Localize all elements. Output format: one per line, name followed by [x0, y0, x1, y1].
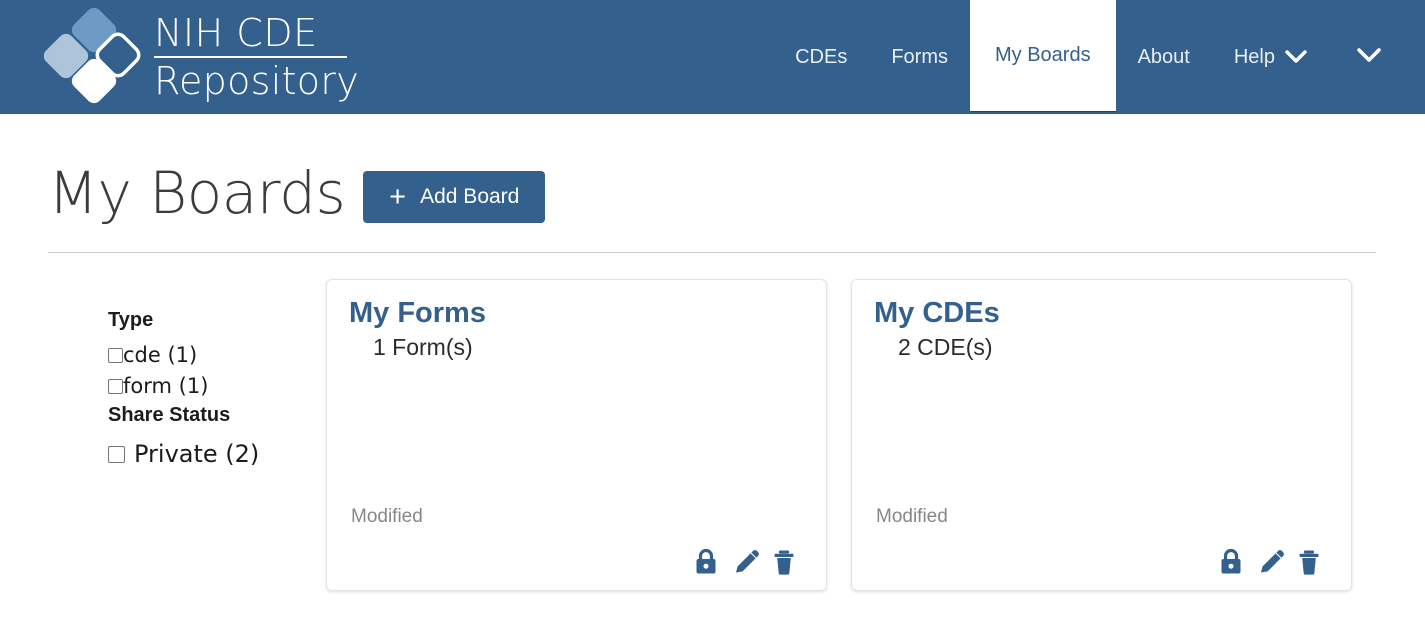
nav-item-forms[interactable]: Forms — [869, 0, 970, 114]
nih-cde-diamonds-logo-icon — [38, 7, 146, 106]
nav-item-my-boards[interactable]: My Boards — [970, 0, 1116, 114]
filter-sidebar: Type cde (1) form (1) Share Status Priva… — [48, 279, 326, 591]
board-card[interactable]: My Forms 1 Form(s) Modified — [326, 279, 827, 591]
checkbox-cde[interactable] — [108, 348, 123, 363]
site-header: NIH CDE Repository CDEs Forms My Boards … — [0, 0, 1425, 114]
filter-heading-type: Type — [108, 309, 154, 331]
edit-board-button[interactable] — [1257, 548, 1284, 576]
lock-icon — [693, 548, 719, 576]
nav-item-cdes[interactable]: CDEs — [773, 0, 869, 114]
filter-heading-share-status: Share Status — [108, 404, 231, 426]
filter-option-label: form (1) — [123, 374, 209, 398]
content-area: Type cde (1) form (1) Share Status Priva… — [48, 253, 1377, 591]
filter-option-label: cde (1) — [123, 343, 198, 367]
page-title-row: My Boards + Add Board — [48, 114, 1377, 224]
delete-board-button[interactable] — [772, 548, 796, 576]
board-modified-label: Modified — [351, 506, 423, 527]
nav-item-label: CDEs — [795, 45, 848, 68]
filter-option-cde[interactable]: cde (1) — [108, 340, 326, 371]
pencil-icon — [732, 548, 759, 576]
page-content: My Boards + Add Board Type cde (1) form … — [0, 114, 1425, 591]
edit-board-button[interactable] — [732, 548, 759, 576]
trash-icon — [772, 548, 796, 576]
nav-item-about[interactable]: About — [1116, 0, 1212, 114]
board-card[interactable]: My CDEs 2 CDE(s) Modified — [851, 279, 1352, 591]
brand-divider — [154, 55, 347, 58]
board-name-link[interactable]: My CDEs — [874, 296, 1331, 330]
privacy-lock-button[interactable] — [693, 548, 719, 576]
boards-grid: My Forms 1 Form(s) Modified My CDEs 2 CD… — [326, 279, 1352, 591]
board-modified-label: Modified — [876, 506, 948, 527]
board-name-link[interactable]: My Forms — [349, 296, 806, 330]
add-board-button[interactable]: + Add Board — [363, 171, 546, 223]
nav-item-label: My Boards — [995, 44, 1091, 66]
chevron-down-icon — [1285, 50, 1307, 64]
lock-icon — [1218, 548, 1244, 576]
filter-option-private[interactable]: Private (2) — [108, 437, 326, 471]
privacy-lock-button[interactable] — [1218, 548, 1244, 576]
checkbox-private[interactable] — [108, 445, 125, 463]
plus-icon: + — [389, 180, 407, 213]
board-spacer — [874, 361, 1331, 506]
user-menu-button[interactable] — [1329, 0, 1425, 114]
filter-option-label: Private (2) — [134, 440, 260, 468]
nav-item-label: Forms — [891, 45, 948, 68]
nav-item-label: About — [1137, 45, 1190, 68]
nav-item-help[interactable]: Help — [1212, 0, 1329, 114]
board-actions — [349, 548, 806, 576]
delete-board-button[interactable] — [1297, 548, 1321, 576]
main-navigation: CDEs Forms My Boards About Help — [773, 0, 1425, 114]
filter-option-form[interactable]: form (1) — [108, 371, 326, 402]
brand-line-1: NIH CDE — [154, 10, 318, 55]
board-spacer — [349, 361, 806, 506]
pencil-icon — [1257, 548, 1284, 576]
board-item-count: 1 Form(s) — [373, 334, 473, 360]
trash-icon — [1297, 548, 1321, 576]
nav-item-label: Help — [1233, 45, 1275, 68]
brand-logo-link[interactable]: NIH CDE Repository — [0, 0, 359, 114]
board-actions — [874, 548, 1331, 576]
chevron-down-icon — [1356, 47, 1382, 68]
brand-line-2: Repository — [154, 58, 360, 103]
brand-wordmark: NIH CDE Repository — [154, 13, 359, 102]
add-board-label: Add Board — [420, 185, 520, 208]
checkbox-form[interactable] — [108, 379, 123, 394]
board-item-count: 2 CDE(s) — [898, 334, 993, 360]
page-title: My Boards — [48, 159, 346, 227]
